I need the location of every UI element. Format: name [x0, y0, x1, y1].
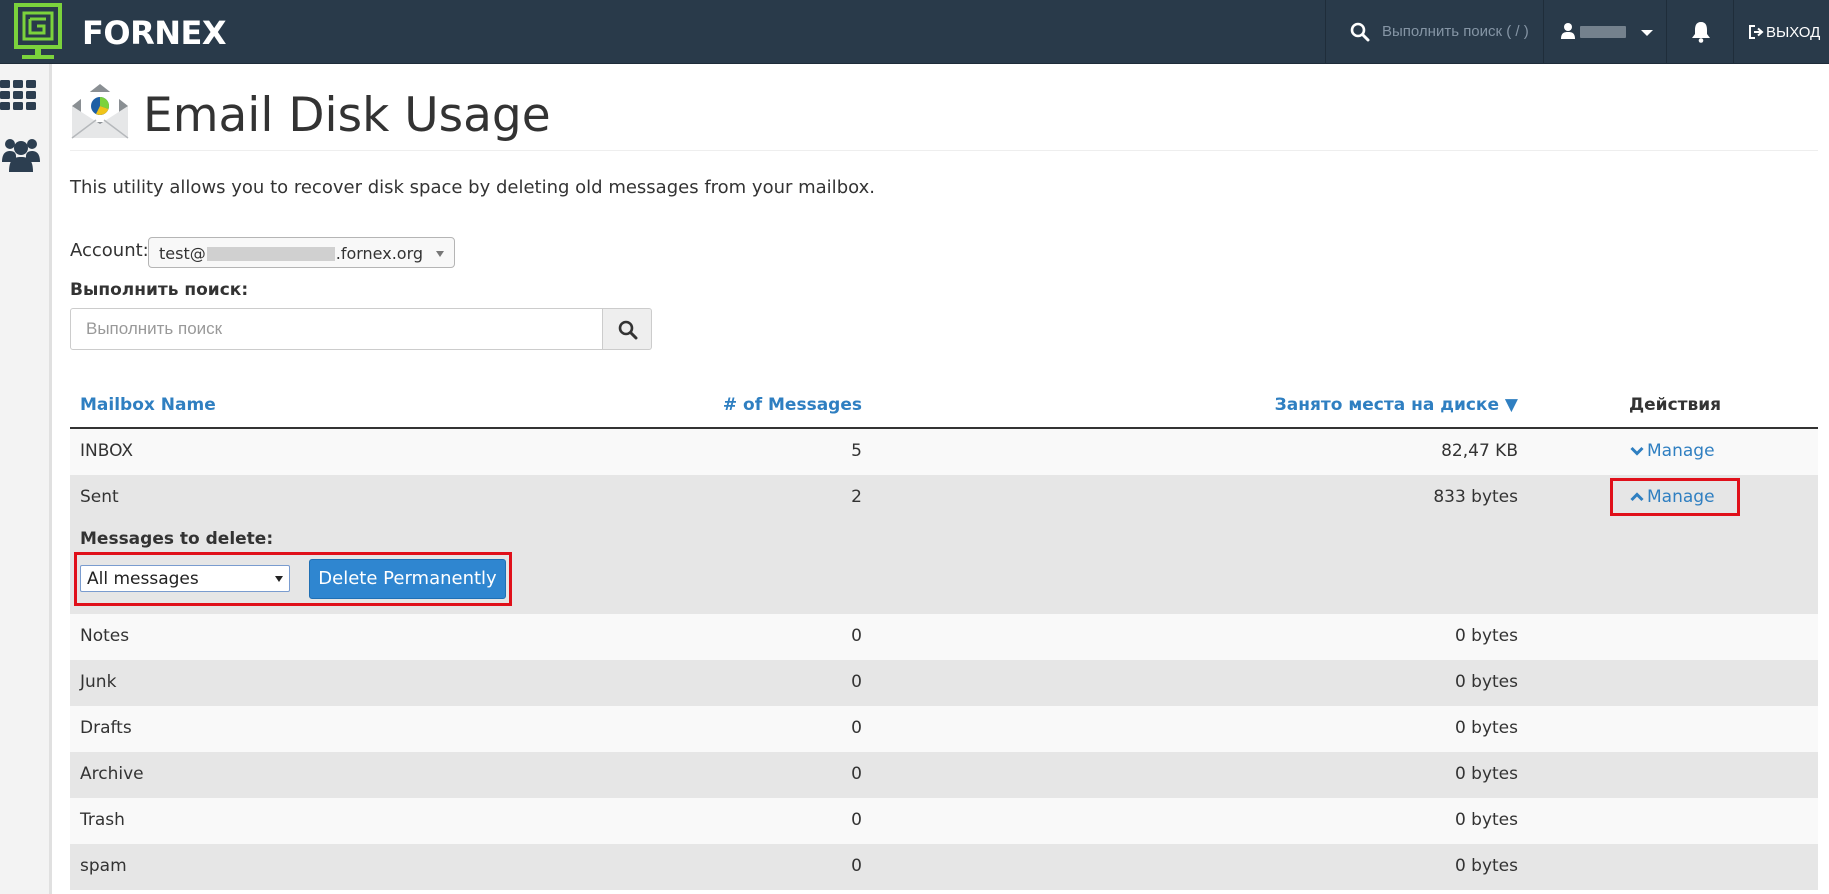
account-label: Account: [70, 240, 149, 261]
disk-usage: 0 bytes [1454, 718, 1518, 738]
table-row: Sent 2 833 bytes Manage [70, 475, 1818, 521]
disk-usage: 0 bytes [1454, 626, 1518, 646]
search-label: Выполнить поиск: [70, 280, 249, 300]
account-value: test@ .fornex.org [159, 244, 424, 263]
select-value: All messages [87, 569, 199, 589]
caret-down-icon [436, 251, 444, 257]
table-row: spam 0 0 bytes [70, 844, 1818, 890]
global-search[interactable]: Выполнить поиск ( / ) [1325, 0, 1543, 64]
page-header: Email Disk Usage [70, 78, 1818, 148]
mailbox-table: Mailbox Name # of Messages Занято места … [70, 383, 1818, 890]
search-field[interactable] [70, 308, 603, 350]
header-divider [70, 150, 1818, 151]
manage-sent-button[interactable]: Manage [1630, 487, 1715, 507]
caret-down-icon [275, 576, 283, 582]
message-count: 5 [851, 441, 862, 461]
mailbox-name: Junk [80, 672, 117, 692]
chevron-down-icon [1630, 446, 1644, 456]
column-header-disk-usage[interactable]: Занято места на диске ▼ [1275, 395, 1518, 415]
message-count: 0 [851, 764, 862, 784]
search-button[interactable] [602, 308, 652, 350]
disk-usage: 0 bytes [1454, 856, 1518, 876]
mailbox-name: Notes [80, 626, 130, 646]
search-icon [618, 320, 638, 340]
table-row: INBOX 5 82,47 KB Manage [70, 429, 1818, 475]
delete-messages-panel: Messages to delete: All messages Delete … [70, 521, 1818, 614]
column-header-messages[interactable]: # of Messages [723, 395, 862, 415]
mailbox-name: INBOX [80, 441, 134, 461]
brand-name[interactable]: FORNEX [82, 14, 227, 52]
mailbox-name: Drafts [80, 718, 132, 738]
caret-down-icon [1641, 30, 1653, 36]
users-icon[interactable] [2, 136, 40, 172]
delete-permanently-button[interactable]: Delete Permanently [309, 559, 506, 599]
message-count: 0 [851, 626, 862, 646]
search-icon [1350, 22, 1370, 42]
message-count: 0 [851, 718, 862, 738]
mailbox-name: Trash [80, 810, 125, 830]
column-header-actions: Действия [1629, 395, 1722, 415]
chevron-up-icon [1630, 492, 1644, 502]
table-row: Notes 0 0 bytes [70, 614, 1818, 660]
message-count: 0 [851, 856, 862, 876]
search-input[interactable] [71, 309, 602, 349]
account-redacted-part [206, 247, 335, 261]
column-header-mailbox-name[interactable]: Mailbox Name [80, 395, 216, 415]
table-header-row: Mailbox Name # of Messages Занято места … [70, 383, 1818, 429]
user-menu[interactable] [1543, 0, 1666, 64]
main-content: Email Disk Usage This utility allows you… [70, 64, 1820, 894]
disk-usage: 833 bytes [1433, 487, 1518, 507]
page-title: Email Disk Usage [143, 88, 551, 143]
message-count: 0 [851, 672, 862, 692]
left-sidebar [0, 64, 52, 894]
top-navbar: FORNEX Выполнить поиск ( / ) ВЫХОД [0, 0, 1829, 64]
message-count: 2 [851, 487, 862, 507]
mailbox-name: spam [80, 856, 127, 876]
logout-icon [1749, 25, 1764, 39]
disk-usage: 0 bytes [1454, 764, 1518, 784]
disk-usage: 82,47 KB [1441, 441, 1518, 461]
notifications-button[interactable] [1666, 0, 1733, 64]
page-description: This utility allows you to recover disk … [70, 177, 875, 198]
fornex-logo-icon[interactable] [14, 3, 62, 61]
logout-label: ВЫХОД [1766, 24, 1821, 41]
envelope-pie-icon [71, 84, 129, 139]
account-select[interactable]: test@ .fornex.org [148, 237, 455, 268]
user-icon [1561, 23, 1575, 39]
messages-to-delete-label: Messages to delete: [80, 529, 274, 549]
bell-icon [1692, 22, 1710, 43]
disk-usage: 0 bytes [1454, 672, 1518, 692]
table-row: Trash 0 0 bytes [70, 798, 1818, 844]
message-count: 0 [851, 810, 862, 830]
table-row: Archive 0 0 bytes [70, 752, 1818, 798]
table-row: Junk 0 0 bytes [70, 660, 1818, 706]
logout-button[interactable]: ВЫХОД [1733, 0, 1829, 64]
manage-inbox-button[interactable]: Manage [1630, 441, 1715, 461]
mailbox-name: Archive [80, 764, 144, 784]
messages-to-delete-select[interactable]: All messages [80, 565, 290, 592]
username-redacted [1580, 26, 1626, 38]
disk-usage: 0 bytes [1454, 810, 1518, 830]
table-row: Drafts 0 0 bytes [70, 706, 1818, 752]
mailbox-name: Sent [80, 487, 119, 507]
apps-grid-icon[interactable] [0, 80, 38, 110]
global-search-placeholder: Выполнить поиск ( / ) [1382, 23, 1529, 40]
